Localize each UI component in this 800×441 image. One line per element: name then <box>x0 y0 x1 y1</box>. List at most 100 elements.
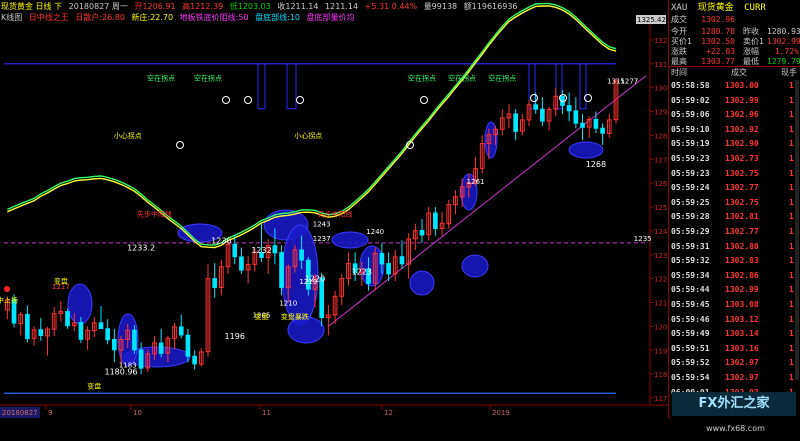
panel-name: 现货黄金 <box>697 3 734 13</box>
tick-row[interactable]: 05:59:34 1302.86 1 <box>671 270 799 282</box>
candle-body <box>138 349 144 369</box>
price-label: 1237 <box>313 235 331 243</box>
quote-label: 涨幅 <box>743 47 759 56</box>
quote-row: 买价1 1302.50 卖价1 1302.99 <box>671 37 800 47</box>
price-label: 1219 <box>299 278 317 286</box>
candle-body <box>232 243 238 258</box>
last-row: 成交 1302.96 <box>671 15 799 25</box>
tick-price: 1303.08 <box>725 300 759 309</box>
tick-price: 1302.83 <box>725 256 759 266</box>
y-tick-label: 1280 <box>654 132 668 140</box>
price-label: 1261 <box>467 178 485 186</box>
quote-row: 今开 1280.78 昨收 1280.93 <box>671 27 800 37</box>
ellipse-label: 1232 <box>251 246 271 255</box>
smile-marker <box>176 141 184 149</box>
quote-panel: XAU 现货黄金 CURR 成交 1302.96 今开 1280.78 昨收 1280… <box>668 0 800 419</box>
tick-row[interactable]: 05:59:29 1302.77 1 <box>671 226 799 238</box>
y-tick-label: 1310 <box>654 61 668 69</box>
tick-row[interactable]: 05:59:10 1302.92 1 <box>671 124 799 136</box>
tick-volume: 1 <box>789 110 794 120</box>
chart-canvas[interactable]: 1320 1310 1300 1290 1280 1270 1260 1250 1240 1230… <box>0 0 668 419</box>
tick-row[interactable]: 05:59:54 1302.97 1 <box>671 372 799 384</box>
signal-label: 变盘暴跌 <box>281 312 309 321</box>
ellipse-label: 1223 <box>352 267 372 276</box>
smile-marker <box>420 96 428 104</box>
last-value: 1302.96 <box>701 15 735 24</box>
candle-body <box>98 322 104 330</box>
y-tick-label: 1210 <box>654 300 668 308</box>
y-tick-label: 1180 <box>654 371 668 379</box>
tick-row[interactable]: 05:59:51 1303.16 1 <box>671 343 799 355</box>
candle-body <box>112 339 117 351</box>
tick-time: 05:59:45 <box>671 300 710 309</box>
tick-price: 1302.81 <box>725 212 759 222</box>
candle-body <box>580 122 585 128</box>
y-tick-label: 1230 <box>654 252 668 260</box>
tick-volume: 1 <box>789 81 794 90</box>
tick-price: 1302.77 <box>725 227 759 236</box>
tick-volume: 1 <box>789 227 794 236</box>
x-tick-label: 12 <box>384 409 393 417</box>
tick-row[interactable]: 05:59:23 1302.75 1 <box>671 168 799 180</box>
tick-row[interactable]: 05:59:28 1302.81 1 <box>671 211 799 223</box>
price-label: 1240 <box>366 228 384 236</box>
ma-yellow-line <box>7 5 617 249</box>
candle-body <box>540 108 545 122</box>
ticks-header-price: 成交 <box>731 68 747 77</box>
tick-row[interactable]: 05:58:58 1303.00 1 <box>671 80 799 92</box>
tick-price: 1302.75 <box>725 197 759 207</box>
logo-url: www.fx68.com <box>706 424 765 433</box>
tick-row[interactable]: 05:59:02 1302.99 1 <box>671 95 799 107</box>
quote-value: 1302.99 <box>767 37 800 46</box>
tick-volume: 1 <box>789 314 794 324</box>
tick-row[interactable]: 05:59:45 1303.08 1 <box>671 299 799 311</box>
ticks-scrollbar[interactable] <box>795 80 799 380</box>
tick-price: 1302.97 <box>725 358 759 368</box>
ellipse-label: 1233.2 <box>127 244 155 253</box>
panel-symbol: XAU <box>671 3 688 13</box>
tick-row[interactable]: 05:59:52 1302.97 1 <box>671 357 799 369</box>
ticks-header-vol: 现手 <box>781 68 797 77</box>
y-tick-label: 1170 <box>654 395 668 403</box>
tick-time: 05:59:23 <box>671 168 710 178</box>
signal-label: 空在拐点 <box>408 74 436 83</box>
tick-row[interactable]: 05:59:46 1303.12 1 <box>671 314 799 326</box>
tick-row[interactable]: 05:59:19 1302.90 1 <box>671 138 799 150</box>
kline-chart[interactable]: 现货黄金 日线 下 20180827 周一 开1206.91 高1212.39 … <box>0 0 668 419</box>
candle-body <box>299 249 304 261</box>
tick-price: 1302.90 <box>725 139 759 149</box>
tick-row[interactable]: 05:59:44 1302.99 1 <box>671 284 799 296</box>
y-tick-label: 1270 <box>654 156 668 164</box>
smile-marker <box>222 96 230 104</box>
candle-body <box>566 105 572 112</box>
tick-time: 05:59:24 <box>671 183 710 193</box>
tick-time: 05:59:32 <box>671 256 710 266</box>
tick-row[interactable]: 05:59:23 1302.73 1 <box>671 153 799 165</box>
tick-price: 1302.92 <box>725 124 759 134</box>
tick-row[interactable]: 05:59:24 1302.77 1 <box>671 182 799 194</box>
candle-body <box>386 263 391 275</box>
candle-body <box>185 334 191 357</box>
signal-label: 空在拐点 <box>488 74 516 83</box>
y-tick-label: 1290 <box>654 109 668 117</box>
tick-volume: 1 <box>789 300 794 309</box>
tick-row[interactable]: 05:59:06 1302.96 1 <box>671 109 799 121</box>
tick-time: 05:59:06 <box>671 110 710 120</box>
tick-volume: 1 <box>789 256 794 266</box>
tick-volume: 1 <box>789 168 794 178</box>
tick-time: 05:59:19 <box>671 139 710 149</box>
last-label: 成交 <box>671 15 687 24</box>
tick-time: 05:59:49 <box>671 329 710 339</box>
tick-volume: 1 <box>789 270 794 280</box>
tick-row[interactable]: 05:59:32 1302.83 1 <box>671 255 799 267</box>
top-value-label: 1325.42 <box>637 16 666 24</box>
tick-price: 1303.14 <box>725 329 759 339</box>
signal-label: 先步中阳线 <box>137 210 172 219</box>
tick-volume: 1 <box>789 285 794 295</box>
signal-label: 空在拐点 <box>448 74 476 83</box>
smile-marker <box>530 94 538 102</box>
candle-body <box>272 245 278 254</box>
tick-row[interactable]: 05:59:25 1302.75 1 <box>671 197 799 209</box>
tick-row[interactable]: 05:59:31 1302.80 1 <box>671 241 799 253</box>
tick-row[interactable]: 05:59:49 1303.14 1 <box>671 328 799 340</box>
